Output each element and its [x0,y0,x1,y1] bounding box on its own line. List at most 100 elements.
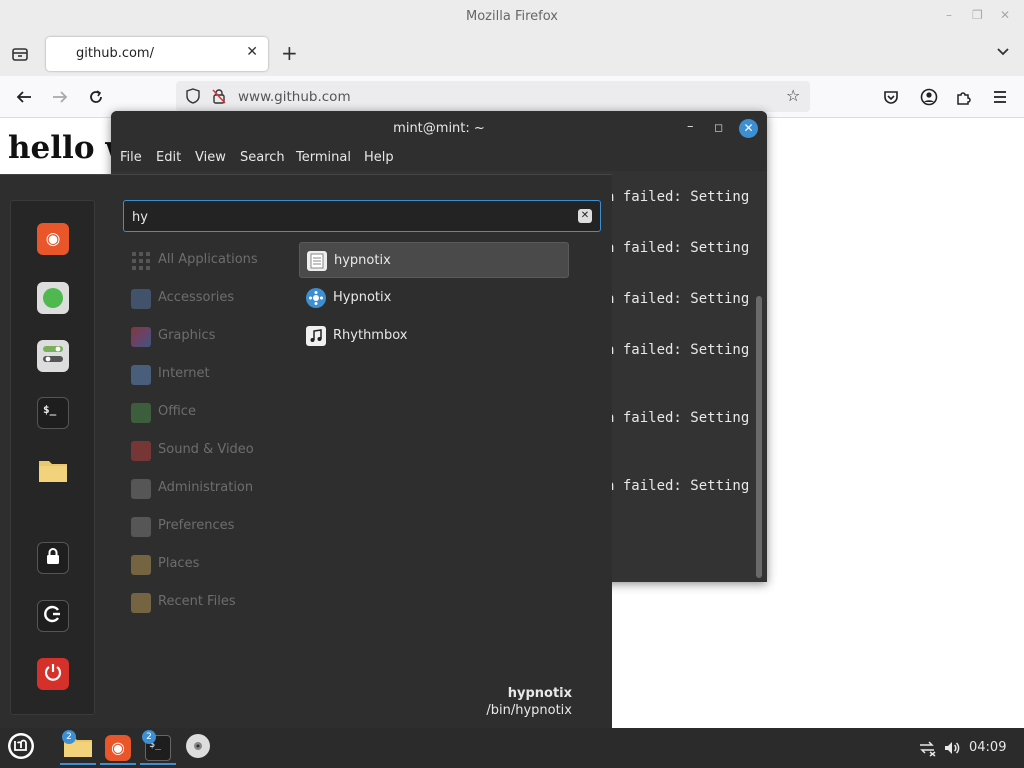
insecure-lock-icon[interactable] [211,88,227,108]
menu-launcher-button[interactable] [3,731,39,765]
maximize-icon[interactable]: ❐ [972,8,983,22]
minimize-icon[interactable]: – [946,8,952,22]
terminal-maximize-icon[interactable]: ◻ [714,121,723,134]
graphics-icon [131,327,151,347]
app-result-hypnotix-binary[interactable]: hypnotix [299,242,569,278]
tab-close-icon[interactable]: ✕ [246,44,258,60]
favorite-files[interactable] [37,456,69,488]
back-icon[interactable] [15,88,33,110]
preferences-icon [131,517,151,537]
active-indicator [140,763,176,765]
favorite-software-manager[interactable] [37,282,69,314]
category-accessories[interactable]: Accessories [131,287,291,311]
category-label: Graphics [158,328,216,343]
terminal-line: a failed: Setting [606,478,750,494]
category-label: Administration [158,480,254,495]
terminal-close-icon[interactable]: ✕ [739,119,758,138]
category-label: Preferences [158,518,235,533]
hypnotix-icon [306,288,326,308]
play-icon [131,441,151,461]
terminal-scrollbar[interactable] [756,296,762,578]
category-label: Sound & Video [158,442,254,457]
category-places[interactable]: Places [131,553,291,577]
favorite-logout[interactable] [37,600,69,632]
power-icon [43,662,63,687]
window-count-badge: 2 [62,730,76,744]
url-bar[interactable]: www.github.com ☆ [176,81,810,112]
category-label: All Applications [158,252,258,267]
favorite-terminal[interactable]: $_ [37,397,69,429]
category-label: Accessories [158,290,235,305]
category-preferences[interactable]: Preferences [131,515,291,539]
terminal-titlebar[interactable]: mint@mint: ~ – ◻ ✕ [111,111,767,145]
category-all-applications[interactable]: All Applications [131,249,291,273]
category-administration[interactable]: Administration [131,477,291,501]
category-graphics[interactable]: Graphics [131,325,291,349]
category-label: Internet [158,366,210,381]
app-label: Hypnotix [333,290,392,305]
app-result-hypnotix[interactable]: Hypnotix [299,280,569,316]
new-tab-icon[interactable]: + [281,43,298,63]
app-label: hypnotix [334,253,391,268]
menu-search[interactable]: Search [240,150,285,165]
taskbar-disc-button[interactable] [180,731,216,765]
favorite-firefox[interactable]: ◉ [37,223,69,255]
favorites-panel: ◉ $_ [10,200,95,715]
tab-bar: github.com/ ✕ + [0,33,1024,76]
category-internet[interactable]: Internet [131,363,291,387]
firefox-icon: ◉ [45,229,61,249]
firefox-titlebar: Mozilla Firefox – ❐ ✕ [0,0,1024,33]
category-recent-files[interactable]: Recent Files [131,591,291,615]
selected-app-name: hypnotix [507,686,572,701]
volume-icon[interactable] [943,739,961,761]
clock[interactable]: 04:09 [969,740,1006,755]
pocket-icon[interactable] [882,88,900,110]
selected-app-path: /bin/hypnotix [486,703,572,718]
folder-icon [131,555,151,575]
taskbar-firefox-button[interactable]: ◉ [100,731,136,765]
folder-icon [38,457,68,488]
tracking-shield-icon[interactable] [185,88,201,108]
app-label: Rhythmbox [333,328,408,343]
taskbar-terminal-button[interactable]: $_ 2 [140,730,176,765]
extensions-icon[interactable] [955,88,973,110]
tab-github[interactable]: github.com/ ✕ [46,37,268,71]
account-icon[interactable] [920,88,938,110]
reload-icon[interactable] [87,88,105,110]
taskbar-files-button[interactable]: 2 [60,730,96,765]
close-icon[interactable]: ✕ [1000,8,1010,22]
terminal-minimize-icon[interactable]: – [687,119,694,134]
clear-search-icon[interactable]: ✕ [578,209,592,223]
settings-toggle-icon [42,344,64,369]
hamburger-menu-icon[interactable] [991,88,1009,110]
menu-view[interactable]: View [195,150,226,165]
terminal-line: a failed: Setting [606,291,750,307]
menu-help[interactable]: Help [364,150,394,165]
network-disconnected-icon[interactable] [918,739,936,761]
app-result-rhythmbox[interactable]: Rhythmbox [299,318,569,354]
menu-search-input[interactable] [132,207,572,227]
category-office[interactable]: Office [131,401,291,425]
application-menu: ◉ $_ hy ✕ All Applications Accessories G… [0,174,612,728]
favorite-shutdown[interactable] [37,658,69,690]
terminal-icon: $_ [43,403,57,416]
list-tabs-chevron-icon[interactable] [996,45,1010,63]
taskbar: 2 ◉ $_ 2 04:09 [0,728,1024,768]
category-sound-video[interactable]: Sound & Video [131,439,291,463]
menu-file[interactable]: File [120,150,142,165]
tab-title: github.com/ [76,46,154,61]
terminal-line: a failed: Setting [606,240,750,256]
menu-edit[interactable]: Edit [156,150,181,165]
favorite-lock-screen[interactable] [37,542,69,574]
software-manager-icon [43,288,63,308]
bookmark-star-icon[interactable]: ☆ [786,87,800,105]
recent-folder-icon [131,593,151,613]
menu-terminal[interactable]: Terminal [296,150,351,165]
category-label: Recent Files [158,594,236,609]
window-count-badge: 2 [142,730,156,744]
forward-icon[interactable] [51,88,69,110]
favorite-settings[interactable] [37,340,69,372]
tab-overview-icon[interactable] [11,45,29,67]
firefox-icon: ◉ [105,735,131,761]
menu-search-box[interactable]: ✕ [123,200,601,232]
